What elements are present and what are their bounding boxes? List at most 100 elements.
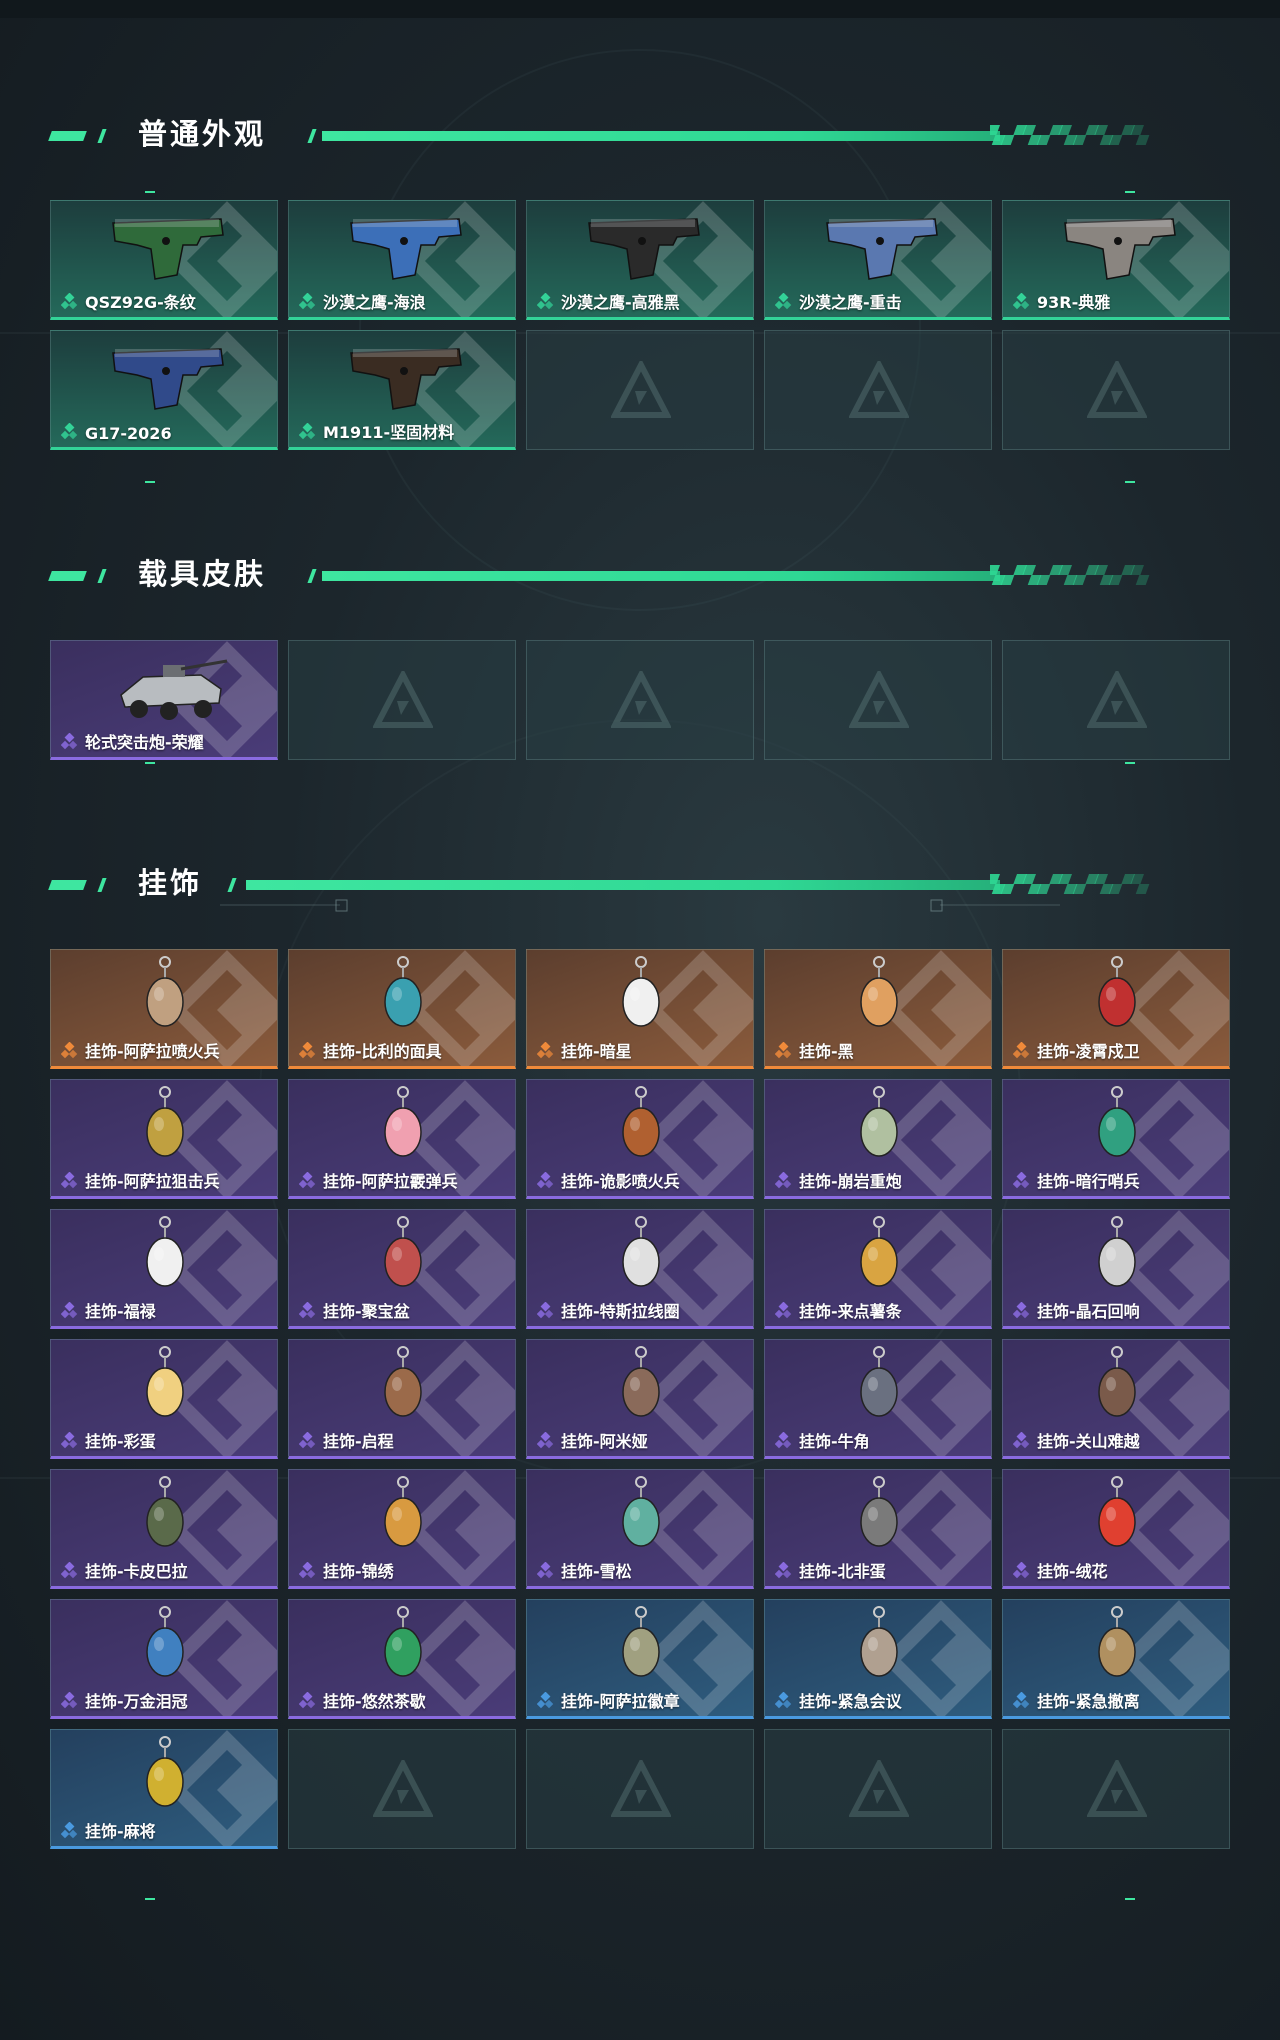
item-label: QSZ92G-条纹 (85, 293, 196, 312)
item-label: 挂饰-来点薯条 (799, 1302, 902, 1321)
item-card[interactable]: 轮式突击炮-荣耀 (50, 640, 278, 760)
rarity-purple-icon (1012, 1301, 1031, 1320)
empty-slot-logo-icon (1086, 1757, 1148, 1820)
section-header: 普通外观 (0, 103, 1280, 163)
rarity-purple-icon (774, 1301, 793, 1320)
item-card[interactable]: 挂饰-锦绣 (288, 1469, 516, 1589)
item-card[interactable]: 挂饰-比利的面具 (288, 949, 516, 1069)
item-label: 挂饰-阿米娅 (561, 1432, 648, 1451)
charm-icon (765, 1474, 991, 1560)
item-card[interactable]: 挂饰-来点薯条 (764, 1209, 992, 1329)
charm-icon (527, 1344, 753, 1430)
header-accent-tick (97, 878, 107, 892)
item-label: 轮式突击炮-荣耀 (85, 733, 204, 752)
item-label: 挂饰-聚宝盆 (323, 1302, 410, 1321)
item-card[interactable]: 挂饰-麻将 (50, 1729, 278, 1849)
item-label: 挂饰-紧急撤离 (1037, 1692, 1140, 1711)
rarity-purple-icon (774, 1561, 793, 1580)
header-line-tick (307, 129, 317, 143)
item-label: 挂饰-彩蛋 (85, 1432, 156, 1451)
item-card[interactable]: 挂饰-阿萨拉喷火兵 (50, 949, 278, 1069)
item-card[interactable]: 挂饰-紧急会议 (764, 1599, 992, 1719)
item-card[interactable]: 挂饰-关山难越 (1002, 1339, 1230, 1459)
charm-icon (1003, 1214, 1229, 1300)
rarity-blue-icon (536, 1691, 555, 1710)
empty-slot-logo-icon (848, 668, 910, 731)
rarity-purple-icon (536, 1301, 555, 1320)
charm-icon (51, 1214, 277, 1300)
header-line (322, 571, 1000, 581)
pistol-icon (289, 335, 515, 421)
item-card[interactable]: 挂饰-晶石回响 (1002, 1209, 1230, 1329)
item-label: 挂饰-绒花 (1037, 1562, 1108, 1581)
item-card[interactable]: 挂饰-启程 (288, 1339, 516, 1459)
item-card[interactable]: G17-2026 (50, 330, 278, 450)
divider-dash (1125, 762, 1135, 764)
item-card[interactable]: 挂饰-诡影喷火兵 (526, 1079, 754, 1199)
item-card[interactable]: 挂饰-阿萨拉徽章 (526, 1599, 754, 1719)
item-card[interactable]: 挂饰-暗行哨兵 (1002, 1079, 1230, 1199)
item-card[interactable]: 挂饰-特斯拉线圈 (526, 1209, 754, 1329)
header-accent-tick (97, 569, 107, 583)
header-accent-bar (48, 880, 87, 890)
rarity-purple-icon (774, 1431, 793, 1450)
rarity-green-icon (60, 422, 79, 441)
divider-dash (145, 191, 155, 193)
pistol-icon (1003, 205, 1229, 291)
charm-icon (1003, 1084, 1229, 1170)
item-card[interactable]: 挂饰-阿米娅 (526, 1339, 754, 1459)
item-card[interactable]: 挂饰-绒花 (1002, 1469, 1230, 1589)
item-card[interactable]: 挂饰-福禄 (50, 1209, 278, 1329)
item-card[interactable]: 沙漠之鹰-海浪 (288, 200, 516, 320)
divider-dash (1125, 481, 1135, 483)
divider-dash (1125, 191, 1135, 193)
item-card[interactable]: 挂饰-阿萨拉霰弹兵 (288, 1079, 516, 1199)
rarity-purple-icon (60, 732, 79, 751)
item-label: 挂饰-诡影喷火兵 (561, 1172, 680, 1191)
item-label: 挂饰-锦绣 (323, 1562, 394, 1581)
item-card[interactable]: 挂饰-卡皮巴拉 (50, 1469, 278, 1589)
rarity-purple-icon (60, 1431, 79, 1450)
empty-slot-logo-icon (372, 668, 434, 731)
divider-dash (1125, 1898, 1135, 1900)
header-checker-pattern (986, 125, 1200, 145)
item-card[interactable]: 挂饰-崩岩重炮 (764, 1079, 992, 1199)
item-card[interactable]: 挂饰-暗星 (526, 949, 754, 1069)
empty-slot (526, 1729, 754, 1849)
item-card[interactable]: 挂饰-阿萨拉狙击兵 (50, 1079, 278, 1199)
item-card[interactable]: 挂饰-万金泪冠 (50, 1599, 278, 1719)
item-card[interactable]: 挂饰-悠然茶歇 (288, 1599, 516, 1719)
item-card[interactable]: QSZ92G-条纹 (50, 200, 278, 320)
header-line-tick (227, 878, 237, 892)
rarity-orange-icon (60, 1041, 79, 1060)
item-card[interactable]: 挂饰-牛角 (764, 1339, 992, 1459)
item-card[interactable]: 挂饰-黑 (764, 949, 992, 1069)
item-card[interactable]: 沙漠之鹰-重击 (764, 200, 992, 320)
item-card[interactable]: 挂饰-彩蛋 (50, 1339, 278, 1459)
empty-slot-logo-icon (1086, 668, 1148, 731)
rarity-blue-icon (60, 1821, 79, 1840)
item-card[interactable]: 挂饰-凌霄戍卫 (1002, 949, 1230, 1069)
item-card[interactable]: 挂饰-聚宝盆 (288, 1209, 516, 1329)
charm-icon (51, 954, 277, 1040)
item-card[interactable]: 沙漠之鹰-高雅黑 (526, 200, 754, 320)
item-card[interactable]: 挂饰-雪松 (526, 1469, 754, 1589)
pistol-icon (51, 205, 277, 291)
empty-slot (1002, 1729, 1230, 1849)
item-card[interactable]: 挂饰-紧急撤离 (1002, 1599, 1230, 1719)
empty-slot (764, 330, 992, 450)
item-label: 挂饰-黑 (799, 1042, 854, 1061)
charm-icon (1003, 1604, 1229, 1690)
pistol-icon (51, 335, 277, 421)
charm-icon (51, 1084, 277, 1170)
empty-slot-logo-icon (1086, 358, 1148, 421)
item-card[interactable]: 93R-典雅 (1002, 200, 1230, 320)
divider-dash (145, 481, 155, 483)
item-label: 挂饰-关山难越 (1037, 1432, 1140, 1451)
item-card[interactable]: M1911-坚固材料 (288, 330, 516, 450)
item-card[interactable]: 挂饰-北非蛋 (764, 1469, 992, 1589)
rarity-purple-icon (298, 1691, 317, 1710)
divider-dash (145, 1898, 155, 1900)
empty-slot (288, 640, 516, 760)
charm-icon (289, 1474, 515, 1560)
